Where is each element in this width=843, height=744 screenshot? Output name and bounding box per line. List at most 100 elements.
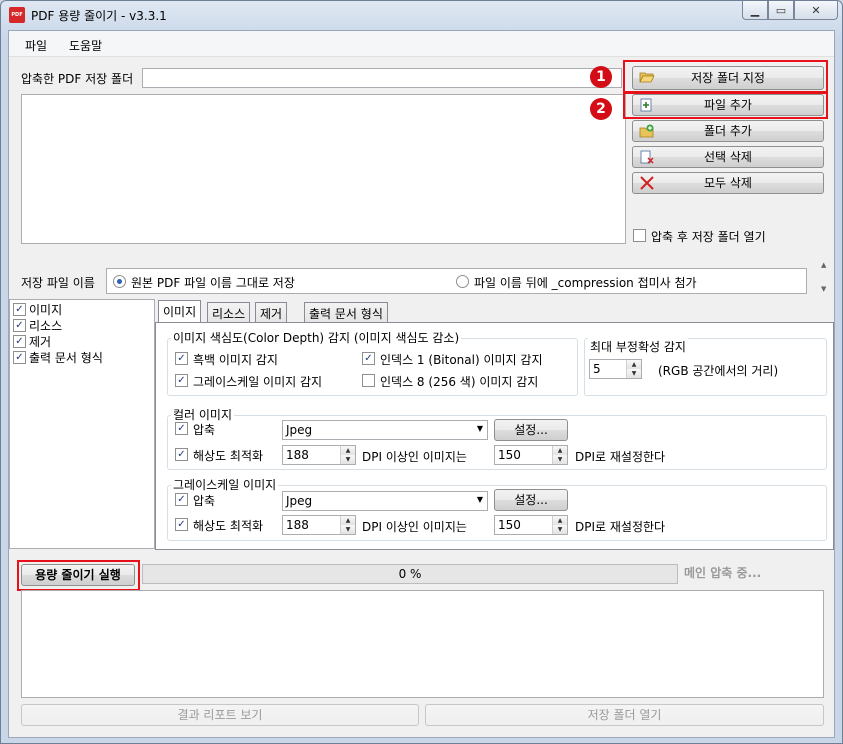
- open-after-label: 압축 후 저장 폴더 열기: [651, 230, 766, 244]
- highlight-add-file: [623, 92, 828, 119]
- gray-format-value: Jpeg: [286, 494, 313, 508]
- color-compress-checkbox[interactable]: ✓: [175, 422, 188, 435]
- idx8-detect-label: 인덱스 8 (256 색) 이미지 감지: [380, 375, 539, 389]
- category-resource-checkbox[interactable]: ✓: [13, 319, 26, 332]
- category-output-checkbox[interactable]: ✓: [13, 351, 26, 364]
- color-compress-label: 압축: [193, 423, 216, 437]
- delete-file-icon: [640, 150, 654, 164]
- spin-up-icon[interactable]: ▲: [341, 446, 355, 455]
- menu-help[interactable]: 도움말: [69, 37, 102, 54]
- idx8-detect-checkbox[interactable]: [362, 374, 375, 387]
- category-resource-label[interactable]: 리소스: [29, 317, 62, 334]
- color-dpi-to-value: 150: [498, 448, 521, 462]
- menu-bar: 파일 도움말: [9, 31, 834, 57]
- tab-resource[interactable]: 리소스: [207, 302, 251, 322]
- gray-compress-label: 압축: [193, 494, 216, 508]
- color-dpi-to-spinner[interactable]: 150 ▲ ▼: [494, 445, 568, 465]
- menu-file[interactable]: 파일: [25, 37, 47, 54]
- spin-down-icon[interactable]: ▼: [627, 369, 641, 378]
- scroll-down-icon[interactable]: ▼: [821, 285, 826, 293]
- view-report-button[interactable]: 결과 리포트 보기: [21, 704, 419, 726]
- status-text: 메인 압축 중...: [684, 566, 762, 580]
- file-list[interactable]: [21, 94, 626, 244]
- gray-resample-label: 해상도 최적화: [193, 519, 264, 533]
- gray-dpi-to-spinner[interactable]: 150 ▲ ▼: [494, 515, 568, 535]
- spin-down-icon[interactable]: ▼: [553, 455, 567, 464]
- color-settings-button[interactable]: 설정...: [494, 419, 568, 441]
- bw-detect-checkbox[interactable]: ✓: [175, 352, 188, 365]
- delete-all-button[interactable]: 모두 삭제: [632, 172, 824, 194]
- add-folder-icon: [639, 124, 654, 138]
- spin-down-icon[interactable]: ▼: [341, 525, 355, 534]
- gray-image-title: 그레이스케일 이미지: [171, 476, 279, 493]
- spin-up-icon[interactable]: ▲: [627, 360, 641, 369]
- spin-up-icon[interactable]: ▲: [553, 446, 567, 455]
- max-error-unit: (RGB 공간에서의 거리): [658, 364, 779, 378]
- save-name-option2-label: 파일 이름 뒤에 _compression 접미사 첨가: [474, 276, 697, 290]
- spin-down-icon[interactable]: ▼: [341, 455, 355, 464]
- category-image-label[interactable]: 이미지: [29, 301, 62, 318]
- highlight-set-folder: [623, 60, 828, 93]
- category-image-checkbox[interactable]: ✓: [13, 303, 26, 316]
- add-folder-button[interactable]: 폴더 추가: [632, 120, 824, 142]
- color-dpi-above-value: 188: [286, 448, 309, 462]
- color-dpi-end-label: DPI로 재설정한다: [575, 450, 666, 464]
- save-name-option1-radio[interactable]: [113, 275, 126, 288]
- save-name-label: 저장 파일 이름: [21, 276, 95, 290]
- color-format-select[interactable]: Jpeg ▼: [282, 420, 488, 440]
- spin-up-icon[interactable]: ▲: [341, 516, 355, 525]
- open-after-checkbox[interactable]: [633, 229, 646, 242]
- color-depth-title: 이미지 색심도(Color Depth) 감지 (이미지 색심도 감소): [171, 329, 462, 346]
- gray-detect-label: 그레이스케일 이미지 감지: [193, 375, 323, 389]
- color-resample-checkbox[interactable]: ✓: [175, 448, 188, 461]
- category-list: ✓ 이미지 ✓ 리소스 ✓ 제거 ✓ 출력 문서 형식: [9, 299, 155, 549]
- minimize-button[interactable]: ▁: [742, 1, 768, 20]
- step-badge-2: 2: [590, 98, 612, 120]
- delete-all-label: 모두 삭제: [704, 176, 752, 190]
- spin-down-icon[interactable]: ▼: [553, 525, 567, 534]
- tab-remove[interactable]: 제거: [255, 302, 288, 322]
- tab-output-format[interactable]: 출력 문서 형식: [304, 302, 388, 322]
- color-dpi-above-spinner[interactable]: 188 ▲ ▼: [282, 445, 356, 465]
- gray-compress-checkbox[interactable]: ✓: [175, 493, 188, 506]
- gray-resample-checkbox[interactable]: ✓: [175, 518, 188, 531]
- max-error-spinner[interactable]: 5 ▲ ▼: [589, 359, 642, 379]
- color-resample-label: 해상도 최적화: [193, 449, 264, 463]
- color-dpi-mid-label: DPI 이상인 이미지는: [362, 450, 467, 464]
- gray-dpi-to-value: 150: [498, 518, 521, 532]
- save-name-option2-radio[interactable]: [456, 275, 469, 288]
- category-remove-label[interactable]: 제거: [29, 333, 51, 350]
- idx1-detect-checkbox[interactable]: ✓: [362, 352, 375, 365]
- pdf-app-icon: PDF: [9, 7, 25, 23]
- close-button[interactable]: ✕: [794, 1, 838, 20]
- tab-control: 이미지 리소스 제거 출력 문서 형식 이미지 색심도(Color Depth)…: [155, 300, 835, 552]
- output-folder-input[interactable]: [142, 68, 622, 88]
- category-remove-checkbox[interactable]: ✓: [13, 335, 26, 348]
- gray-format-select[interactable]: Jpeg ▼: [282, 491, 488, 511]
- log-area[interactable]: [21, 590, 824, 698]
- tab-panel-image: 이미지 색심도(Color Depth) 감지 (이미지 색심도 감소) ✓ 흑…: [155, 322, 834, 550]
- scroll-up-icon[interactable]: ▲: [821, 261, 826, 269]
- color-format-value: Jpeg: [286, 423, 313, 437]
- gray-dpi-above-spinner[interactable]: 188 ▲ ▼: [282, 515, 356, 535]
- save-name-option1-label: 원본 PDF 파일 이름 그대로 저장: [131, 276, 295, 290]
- spin-up-icon[interactable]: ▲: [553, 516, 567, 525]
- gray-dpi-above-value: 188: [286, 518, 309, 532]
- delete-selected-label: 선택 삭제: [704, 150, 752, 164]
- gray-settings-button[interactable]: 설정...: [494, 489, 568, 511]
- delete-selected-button[interactable]: 선택 삭제: [632, 146, 824, 168]
- maximize-button[interactable]: ▭: [768, 1, 794, 20]
- gray-detect-checkbox[interactable]: ✓: [175, 374, 188, 387]
- dropdown-arrow-icon: ▼: [476, 424, 483, 433]
- app-window: PDF PDF 용량 줄이기 - v3.3.1 ▁ ▭ ✕ 파일 도움말 압축한…: [0, 0, 843, 744]
- step-badge-1: 1: [590, 66, 612, 88]
- window-title: PDF 용량 줄이기 - v3.3.1: [31, 9, 167, 23]
- idx1-detect-label: 인덱스 1 (Bitonal) 이미지 감지: [380, 353, 543, 367]
- category-output-label[interactable]: 출력 문서 형식: [29, 349, 103, 366]
- progress-bar: 0 %: [142, 564, 678, 584]
- open-output-folder-button[interactable]: 저장 폴더 열기: [425, 704, 824, 726]
- max-error-title: 최대 부정확성 감지: [588, 338, 688, 355]
- gray-dpi-end-label: DPI로 재설정한다: [575, 520, 666, 534]
- delete-x-icon: [640, 176, 654, 190]
- tab-image[interactable]: 이미지: [158, 300, 202, 322]
